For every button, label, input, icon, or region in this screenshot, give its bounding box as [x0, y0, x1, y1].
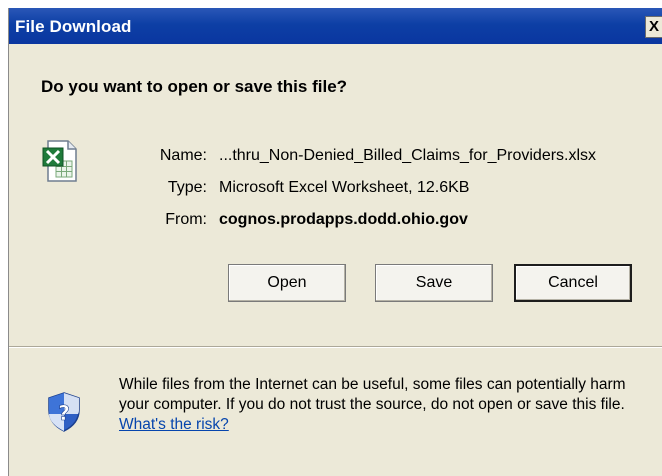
security-warning: While files from the Internet can be use…	[119, 375, 659, 435]
excel-file-icon	[42, 139, 80, 183]
section-divider	[9, 346, 662, 348]
from-label: From:	[165, 211, 207, 228]
file-type-value: Microsoft Excel Worksheet, 12.6KB	[219, 179, 470, 196]
file-download-dialog: File Download X Do you want to open or s…	[8, 8, 662, 476]
security-shield-icon: ?	[47, 392, 81, 432]
file-name-value: ...thru_Non-Denied_Billed_Claims_for_Pro…	[219, 147, 597, 164]
warning-text: While files from the Internet can be use…	[119, 376, 626, 413]
source-host-value: cognos.prodapps.dodd.ohio.gov	[219, 211, 468, 228]
title-bar[interactable]: File Download X	[9, 8, 662, 44]
window-title: File Download	[15, 17, 132, 36]
open-button[interactable]: Open	[228, 264, 346, 302]
close-icon: X	[649, 18, 660, 35]
whats-the-risk-link[interactable]: What's the risk?	[119, 416, 229, 433]
cancel-button[interactable]: Cancel	[514, 264, 632, 302]
name-label: Name:	[159, 147, 207, 164]
type-label: Type:	[167, 179, 207, 196]
close-button[interactable]: X	[645, 16, 662, 38]
svg-text:?: ?	[58, 401, 70, 425]
save-button[interactable]: Save	[375, 264, 493, 302]
dialog-question: Do you want to open or save this file?	[41, 77, 348, 96]
